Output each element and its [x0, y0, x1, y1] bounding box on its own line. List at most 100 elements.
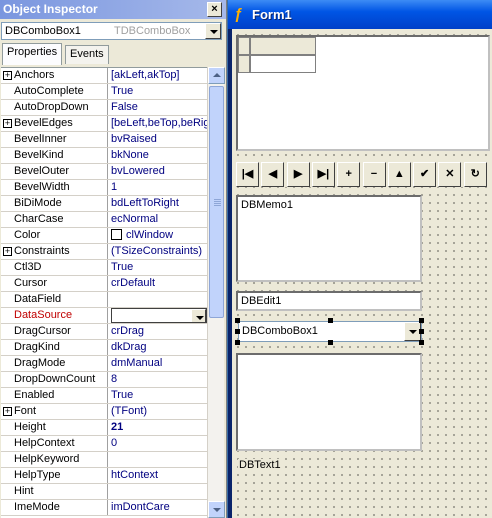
property-value[interactable]: htContext: [111, 468, 207, 483]
property-value-text: dmManual: [111, 357, 163, 369]
property-row[interactable]: BiDiMode bdLeftToRight: [1, 196, 207, 212]
property-row[interactable]: HelpContext 0: [1, 436, 207, 452]
scroll-up-icon[interactable]: [208, 67, 225, 84]
dbnavigator: |◀ ◀ ▶ ▶| + − ▲ ✔ ✕ ↻: [236, 162, 489, 187]
chevron-down-icon[interactable]: [191, 309, 206, 322]
property-row[interactable]: + Anchors [akLeft,akTop]: [1, 68, 207, 84]
nav-cancel-button[interactable]: ✕: [438, 162, 462, 187]
dbgrid[interactable]: [236, 35, 490, 151]
property-row[interactable]: HelpKeyword: [1, 452, 207, 468]
property-value[interactable]: [111, 308, 207, 323]
property-value[interactable]: [beLeft,beTop,beRig: [111, 116, 207, 131]
tab-properties[interactable]: Properties: [2, 43, 63, 65]
property-row[interactable]: Cursor crDefault: [1, 276, 207, 292]
selection-handle[interactable]: [419, 318, 424, 323]
property-value[interactable]: 21: [111, 420, 207, 435]
selection-handle[interactable]: [328, 318, 333, 323]
form-client-area[interactable]: |◀ ◀ ▶ ▶| + − ▲ ✔ ✕ ↻ DBMemo1 DBEdit1 DBComboBox1…: [232, 29, 492, 518]
property-row[interactable]: HelpType htContext: [1, 468, 207, 484]
property-row[interactable]: BevelOuter bvLowered: [1, 164, 207, 180]
property-row[interactable]: AutoComplete True: [1, 84, 207, 100]
object-inspector-title[interactable]: Object Inspector: [0, 0, 226, 19]
property-value[interactable]: True: [111, 388, 207, 403]
property-value[interactable]: (TSizeConstraints): [111, 244, 207, 259]
property-row[interactable]: DragMode dmManual: [1, 356, 207, 372]
selection-handle[interactable]: [328, 340, 333, 345]
chevron-down-icon[interactable]: [205, 23, 221, 39]
property-row[interactable]: DragKind dkDrag: [1, 340, 207, 356]
property-value[interactable]: imDontCare: [111, 500, 207, 515]
dblistbox[interactable]: [236, 353, 422, 451]
property-row[interactable]: Hint: [1, 484, 207, 500]
property-row[interactable]: DataField: [1, 292, 207, 308]
property-value-text: clWindow: [126, 229, 174, 241]
selection-handle[interactable]: [419, 340, 424, 345]
property-value[interactable]: True: [111, 84, 207, 99]
nav-post-button[interactable]: ✔: [413, 162, 437, 187]
grid-column-header[interactable]: [250, 37, 316, 55]
property-value[interactable]: bkNone: [111, 148, 207, 163]
grid-cell[interactable]: [250, 55, 316, 73]
property-value[interactable]: (TFont): [111, 404, 207, 419]
nav-first-button[interactable]: |◀: [236, 162, 259, 187]
dbmemo[interactable]: DBMemo1: [236, 195, 422, 282]
property-row[interactable]: Ctl3D True: [1, 260, 207, 276]
component-selector[interactable]: DBComboBox1 TDBComboBox: [1, 22, 222, 40]
nav-edit-button[interactable]: ▲: [387, 162, 411, 187]
nav-last-button[interactable]: ▶|: [311, 162, 335, 187]
property-row[interactable]: Color clWindow: [1, 228, 207, 244]
property-row[interactable]: AutoDropDown False: [1, 100, 207, 116]
property-row[interactable]: ImeMode imDontCare: [1, 500, 207, 516]
scrollbar-thumb[interactable]: [209, 86, 224, 318]
close-icon[interactable]: ×: [207, 2, 222, 17]
property-value-text: [akLeft,akTop]: [111, 69, 180, 81]
property-value[interactable]: 1: [111, 180, 207, 195]
property-value[interactable]: bvRaised: [111, 132, 207, 147]
property-value[interactable]: crDrag: [111, 324, 207, 339]
property-value[interactable]: dmManual: [111, 356, 207, 371]
property-value[interactable]: bvLowered: [111, 164, 207, 179]
property-value[interactable]: crDefault: [111, 276, 207, 291]
property-name: Ctl3D: [1, 260, 108, 275]
property-value[interactable]: 0: [111, 436, 207, 451]
nav-delete-button[interactable]: −: [362, 162, 386, 187]
property-row[interactable]: + Font (TFont): [1, 404, 207, 420]
property-row[interactable]: CharCase ecNormal: [1, 212, 207, 228]
property-value[interactable]: True: [111, 260, 207, 275]
nav-next-button[interactable]: ▶: [286, 162, 310, 187]
property-row[interactable]: DropDownCount 8: [1, 372, 207, 388]
nav-insert-button[interactable]: +: [337, 162, 361, 187]
dbedit[interactable]: DBEdit1: [236, 291, 422, 311]
property-value[interactable]: ecNormal: [111, 212, 207, 227]
property-row[interactable]: Enabled True: [1, 388, 207, 404]
property-row[interactable]: BevelKind bkNone: [1, 148, 207, 164]
property-row[interactable]: DataSource: [1, 308, 207, 324]
property-row[interactable]: Height 21: [1, 420, 207, 436]
property-value[interactable]: 8: [111, 372, 207, 387]
property-row[interactable]: BevelWidth 1: [1, 180, 207, 196]
nav-prior-button[interactable]: ◀: [261, 162, 285, 187]
property-row[interactable]: + Constraints (TSizeConstraints): [1, 244, 207, 260]
form1-title[interactable]: Form1: [228, 0, 492, 29]
property-value[interactable]: [akLeft,akTop]: [111, 68, 207, 83]
property-value[interactable]: dkDrag: [111, 340, 207, 355]
selection-handle[interactable]: [235, 318, 240, 323]
property-value[interactable]: [111, 292, 207, 307]
property-row[interactable]: BevelInner bvRaised: [1, 132, 207, 148]
dbcombobox[interactable]: DBComboBox1: [238, 321, 422, 342]
property-value[interactable]: [111, 452, 207, 467]
property-row[interactable]: DragCursor crDrag: [1, 324, 207, 340]
property-value[interactable]: clWindow: [111, 228, 207, 243]
property-value[interactable]: [111, 484, 207, 499]
selection-handle[interactable]: [235, 329, 240, 334]
property-value[interactable]: bdLeftToRight: [111, 196, 207, 211]
property-grid-scrollbar[interactable]: [207, 67, 225, 518]
inspector-tabs: Properties Events: [2, 43, 224, 65]
property-row[interactable]: + BevelEdges [beLeft,beTop,beRig: [1, 116, 207, 132]
tab-events[interactable]: Events: [65, 45, 109, 64]
selection-handle[interactable]: [419, 329, 424, 334]
scroll-down-icon[interactable]: [208, 501, 225, 518]
property-value[interactable]: False: [111, 100, 207, 115]
nav-refresh-button[interactable]: ↻: [463, 162, 487, 187]
selection-handle[interactable]: [235, 340, 240, 345]
